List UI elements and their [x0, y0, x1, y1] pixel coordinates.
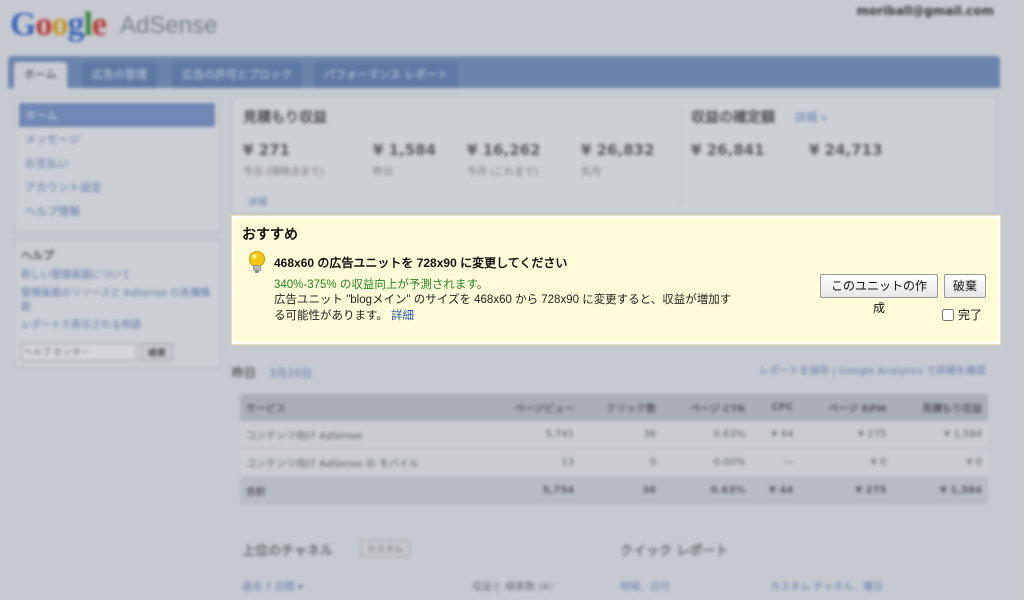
recommendation-details-link[interactable]: 詳細 [391, 310, 414, 322]
recommendation-body: 広告ユニット "blogメイン" のサイズを 468x60 から 728x90 … [274, 292, 734, 324]
done-checkbox[interactable] [942, 308, 954, 321]
recommendation-panel: おすすめ 468x60 の広告ユニットを 728x90 に変更してください 34… [232, 216, 1000, 344]
done-checkbox-row[interactable]: 完了 [942, 306, 982, 323]
create-unit-button[interactable]: このユニットの作成 [820, 274, 938, 315]
recommendation-title: おすすめ [242, 226, 298, 242]
dismiss-button[interactable]: 破棄 [944, 274, 986, 298]
recommendation-body-text: 広告ユニット "blogメイン" のサイズを 468x60 から 728x90 … [274, 294, 732, 322]
recommendation-prediction: 340%-375% の収益向上が予測されます。 [274, 279, 489, 291]
done-label: 完了 [958, 308, 983, 322]
recommendation-headline: 468x60 の広告ユニットを 728x90 に変更してください [274, 256, 568, 270]
lightbulb-icon [249, 251, 265, 273]
